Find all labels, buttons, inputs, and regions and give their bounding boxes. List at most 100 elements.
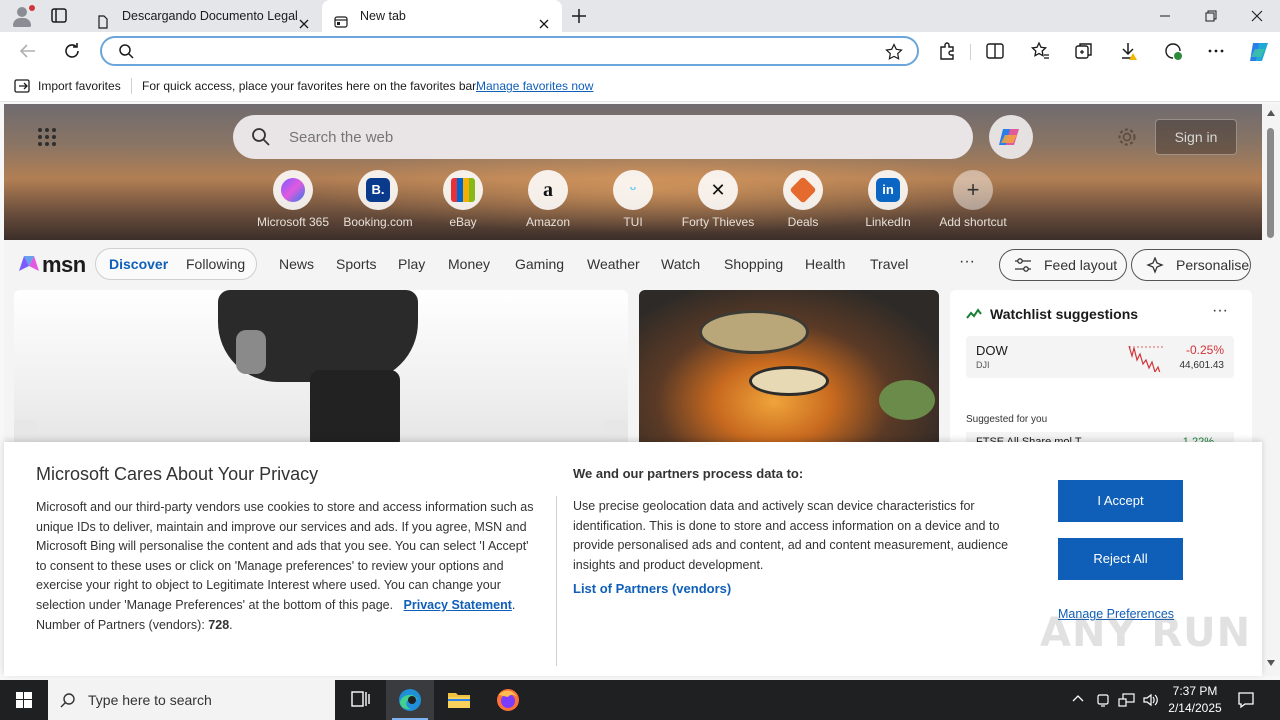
shortcut-booking[interactable]: B. Booking.com bbox=[338, 170, 418, 229]
import-icon bbox=[14, 79, 30, 93]
vertical-scrollbar[interactable] bbox=[1262, 104, 1280, 676]
nav-gaming[interactable]: Gaming bbox=[515, 240, 564, 288]
tray-device-icon[interactable] bbox=[1096, 692, 1110, 711]
booking-icon: B. bbox=[366, 178, 390, 202]
profile-icon[interactable] bbox=[10, 5, 35, 27]
import-favorites-button[interactable]: Import favorites bbox=[14, 78, 121, 94]
taskbar-clock[interactable]: 7:37 PM 2/14/2025 bbox=[1162, 683, 1228, 717]
web-search-input[interactable] bbox=[289, 127, 929, 147]
browser-essentials-icon[interactable] bbox=[1162, 40, 1184, 62]
taskbar-search[interactable]: Type here to search bbox=[48, 680, 335, 720]
watchlist-title: Watchlist suggestions bbox=[990, 306, 1139, 322]
shortcut-label: Add shortcut bbox=[939, 215, 1007, 229]
firefox-icon bbox=[497, 689, 519, 711]
shortcut-forty-thieves[interactable]: ✕ Forty Thieves bbox=[678, 170, 758, 229]
feed-layout-label: Feed layout bbox=[1044, 257, 1118, 273]
shortcut-linkedin[interactable]: in LinkedIn bbox=[848, 170, 928, 229]
taskbar: Type here to search 7:37 PM 2/14/2025 bbox=[0, 680, 1280, 720]
refresh-button[interactable] bbox=[61, 40, 83, 62]
nav-weather[interactable]: Weather bbox=[587, 240, 640, 288]
restore-button[interactable] bbox=[1188, 0, 1234, 32]
accept-button[interactable]: I Accept bbox=[1058, 480, 1183, 522]
feed-toggle: Discover Following bbox=[95, 248, 257, 280]
nav-travel[interactable]: Travel bbox=[870, 240, 908, 288]
shortcut-label: Forty Thieves bbox=[681, 215, 755, 229]
task-view-button[interactable] bbox=[336, 680, 384, 720]
shortcut-microsoft-365[interactable]: Microsoft 365 bbox=[253, 170, 333, 229]
downloads-icon[interactable] bbox=[1118, 40, 1140, 62]
reject-all-button[interactable]: Reject All bbox=[1058, 538, 1183, 580]
scroll-down-arrow[interactable] bbox=[1267, 660, 1275, 666]
nav-health[interactable]: Health bbox=[805, 240, 845, 288]
favorite-star-icon[interactable] bbox=[885, 43, 903, 64]
app-launcher-icon[interactable] bbox=[38, 128, 58, 148]
copilot-button[interactable] bbox=[989, 115, 1033, 159]
settings-more-icon[interactable] bbox=[1206, 40, 1228, 62]
folder-icon bbox=[448, 693, 470, 708]
tab-discover[interactable]: Discover bbox=[109, 249, 168, 279]
tab-new-tab[interactable]: New tab bbox=[322, 0, 562, 32]
stocks-icon bbox=[966, 308, 982, 323]
scroll-up-arrow[interactable] bbox=[1267, 110, 1275, 116]
taskbar-edge[interactable] bbox=[386, 680, 434, 720]
address-input[interactable] bbox=[146, 42, 866, 60]
shortcut-tui[interactable]: ᵕ TUI bbox=[593, 170, 673, 229]
tab-descargando[interactable]: Descargando Documento Legal bbox=[84, 0, 322, 32]
shortcut-ebay[interactable]: eBay bbox=[423, 170, 503, 229]
shortcut-deals[interactable]: Deals bbox=[763, 170, 843, 229]
collections-icon[interactable] bbox=[1073, 40, 1095, 62]
close-tab-icon[interactable] bbox=[298, 10, 310, 29]
watchlist-more-icon[interactable]: ··· bbox=[1212, 302, 1228, 320]
favorites-icon[interactable] bbox=[1029, 40, 1051, 62]
nav-news[interactable]: News bbox=[279, 240, 314, 288]
manage-favorites-link[interactable]: Manage favorites now bbox=[476, 78, 593, 94]
feed-card-scanner[interactable] bbox=[14, 290, 628, 450]
notification-center-icon[interactable] bbox=[1236, 690, 1256, 713]
tray-chevron-icon[interactable] bbox=[1071, 692, 1085, 709]
nav-play[interactable]: Play bbox=[398, 240, 425, 288]
privacy-statement-link[interactable]: Privacy Statement bbox=[404, 598, 512, 612]
close-window-button[interactable] bbox=[1234, 0, 1280, 32]
process-data-body: Use precise geolocation data and activel… bbox=[573, 499, 1009, 572]
clock-time: 7:37 PM bbox=[1172, 684, 1218, 698]
stock-symbol: DOW bbox=[976, 343, 1008, 358]
personalise-button[interactable]: Personalise bbox=[1131, 249, 1251, 281]
watchlist-item-dow[interactable]: DOW DJI -0.25% 44,601.43 bbox=[966, 336, 1234, 378]
new-tab-button[interactable] bbox=[570, 7, 588, 25]
msn-logo[interactable]: msn bbox=[16, 251, 86, 277]
shortcut-label: Amazon bbox=[525, 215, 571, 229]
nav-more-icon[interactable]: ··· bbox=[959, 240, 975, 284]
close-tab-icon[interactable] bbox=[538, 10, 550, 29]
web-search-box[interactable] bbox=[233, 115, 973, 159]
plus-icon: + bbox=[966, 177, 980, 202]
tab-strip: Descargando Documento Legal New tab bbox=[0, 0, 1280, 32]
extensions-icon[interactable] bbox=[936, 40, 958, 62]
anyrun-watermark: ANY RUN bbox=[1040, 610, 1252, 656]
settings-gear-icon[interactable] bbox=[1116, 126, 1138, 151]
nav-shopping[interactable]: Shopping bbox=[724, 240, 783, 288]
nav-sports[interactable]: Sports bbox=[336, 240, 376, 288]
shortcut-amazon[interactable]: a Amazon bbox=[508, 170, 588, 229]
split-screen-icon[interactable] bbox=[984, 40, 1006, 62]
tray-volume-icon[interactable] bbox=[1142, 692, 1160, 711]
feed-card-hotpot[interactable] bbox=[639, 290, 939, 450]
vendors-list-link[interactable]: List of Partners (vendors) bbox=[573, 581, 731, 596]
tab-following[interactable]: Following bbox=[186, 249, 245, 279]
sign-in-button[interactable]: Sign in bbox=[1155, 119, 1237, 155]
taskbar-firefox[interactable] bbox=[484, 680, 532, 720]
back-button[interactable] bbox=[17, 40, 39, 62]
document-icon bbox=[96, 9, 110, 29]
minimize-button[interactable] bbox=[1142, 0, 1188, 32]
shortcut-add[interactable]: + Add shortcut bbox=[933, 170, 1013, 229]
start-button[interactable] bbox=[0, 680, 48, 720]
nav-money[interactable]: Money bbox=[448, 240, 490, 288]
tab-actions-icon[interactable] bbox=[50, 7, 70, 25]
tray-network-icon[interactable] bbox=[1118, 692, 1136, 711]
taskbar-file-explorer[interactable] bbox=[435, 680, 483, 720]
address-bar[interactable] bbox=[100, 36, 919, 66]
nav-watch[interactable]: Watch bbox=[661, 240, 700, 288]
msn-logo-text: msn bbox=[42, 252, 86, 277]
feed-layout-button[interactable]: Feed layout bbox=[999, 249, 1127, 281]
copilot-icon[interactable] bbox=[1247, 40, 1269, 62]
scroll-thumb[interactable] bbox=[1267, 128, 1274, 238]
